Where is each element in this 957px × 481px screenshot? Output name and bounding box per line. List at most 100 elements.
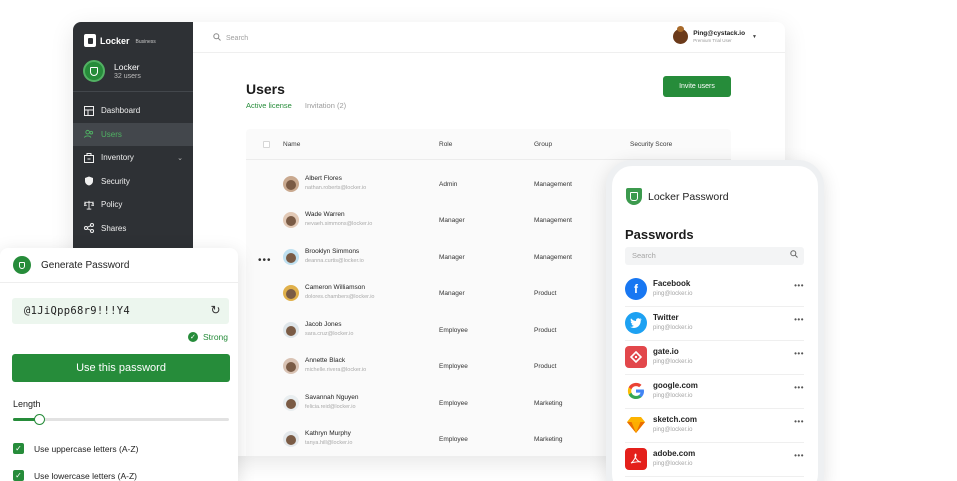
invite-users-button[interactable]: Invite users (663, 76, 731, 97)
more-icon[interactable]: ••• (794, 281, 804, 290)
sidebar-item-inventory[interactable]: Inventory ⌄ (73, 146, 193, 170)
table-header: Name Role Group Security Score (246, 129, 731, 160)
item-email: ping@locker.io (653, 325, 693, 331)
item-name: google.com (653, 381, 698, 390)
avatar (283, 358, 299, 375)
profile-menu[interactable]: Ping@cystack.io Premium Trial User ▼ (673, 26, 757, 44)
avatar (283, 285, 299, 302)
item-name: gate.io (653, 347, 679, 356)
user-role: Manager (439, 253, 465, 261)
user-group: Marketing (534, 399, 563, 407)
org-avatar-icon (83, 60, 105, 82)
tab-active-license[interactable]: Active license (246, 101, 292, 110)
chevron-down-icon[interactable]: ⌄ (177, 154, 183, 162)
select-all-checkbox[interactable] (263, 140, 270, 148)
list-item[interactable]: gate.io ping@locker.io ••• (625, 341, 804, 375)
brand-name: Locker (100, 35, 130, 46)
avatar (283, 176, 299, 193)
item-name: Twitter (653, 313, 679, 322)
use-password-button[interactable]: Use this password (12, 354, 230, 382)
list-item[interactable]: google.com ping@locker.io ••• (625, 375, 804, 409)
sidebar-divider (73, 91, 193, 92)
more-icon[interactable]: ••• (794, 349, 804, 358)
brand[interactable]: Locker Business (84, 34, 156, 47)
user-email: nevaeh.simmons@locker.io (305, 221, 373, 227)
list-item[interactable]: Twitter ping@locker.io ••• (625, 307, 804, 341)
avatar (283, 431, 299, 448)
checkbox-checked-icon[interactable]: ✓ (13, 470, 24, 481)
option-lowercase[interactable]: ✓ Use lowercase letters (A-Z) (13, 470, 137, 481)
user-role: Admin (439, 180, 458, 188)
phone-title: Passwords (625, 227, 694, 242)
sidebar-item-policy[interactable]: Policy (73, 193, 193, 217)
sidebar-nav: Dashboard Users Inventory ⌄ Security Pol… (73, 99, 193, 240)
sidebar-item-shares[interactable]: Shares (73, 217, 193, 241)
avatar (673, 26, 689, 44)
column-header-security-score[interactable]: Security Score (630, 141, 672, 148)
org-name: Locker (114, 62, 140, 72)
sidebar-item-label: Dashboard (101, 106, 141, 116)
google-icon (625, 380, 647, 402)
column-header-name[interactable]: Name (283, 141, 300, 148)
item-email: ping@locker.io (653, 461, 693, 467)
user-role: Employee (439, 399, 468, 407)
user-role: Manager (439, 216, 465, 224)
user-email: nathan.roberts@locker.io (305, 185, 367, 191)
more-icon[interactable]: ••• (794, 451, 804, 460)
avatar (283, 249, 299, 266)
user-group: Marketing (534, 435, 563, 443)
caret-down-icon: ▼ (752, 33, 757, 40)
column-header-group[interactable]: Group (534, 141, 552, 148)
checkbox-checked-icon[interactable]: ✓ (13, 443, 24, 454)
list-item[interactable]: f Facebook ping@locker.io ••• (625, 273, 804, 307)
generator-header: Generate Password (0, 248, 238, 283)
user-name: Savannah Nguyen (305, 394, 359, 401)
option-label: Use lowercase letters (A-Z) (34, 470, 137, 481)
list-item[interactable]: adobe.com ping@locker.io ••• (625, 443, 804, 477)
shield-icon (626, 188, 642, 205)
user-name: Jacob Jones (305, 321, 342, 328)
column-header-role[interactable]: Role (439, 141, 452, 148)
generated-password-field[interactable]: @1JiQpp68r9!!!Y4 ↻ (12, 298, 229, 324)
profile-email: Ping@cystack.io (693, 30, 746, 37)
sidebar-item-users[interactable]: Users (73, 122, 193, 146)
user-email: michelle.rivera@locker.io (305, 367, 367, 373)
inventory-icon (84, 152, 94, 163)
locker-logo-icon (84, 34, 96, 47)
sidebar-item-dashboard[interactable]: Dashboard (73, 99, 193, 123)
option-uppercase[interactable]: ✓ Use uppercase letters (A-Z) (13, 443, 138, 454)
list-item[interactable]: sketch.com ping@locker.io ••• (625, 409, 804, 443)
user-role: Employee (439, 435, 468, 443)
user-role: Employee (439, 326, 468, 334)
more-icon[interactable]: ••• (794, 383, 804, 392)
search-input[interactable]: Search (213, 33, 248, 43)
length-slider[interactable] (13, 414, 229, 425)
twitter-icon (625, 312, 647, 334)
item-name: sketch.com (653, 415, 698, 424)
item-email: ping@locker.io (653, 291, 693, 297)
search-icon (790, 250, 798, 260)
refresh-icon[interactable]: ↻ (209, 304, 222, 317)
org-switcher[interactable]: Locker 32 users (83, 60, 141, 82)
sidebar-item-security[interactable]: Security (73, 170, 193, 194)
tab-invitation[interactable]: Invitation (2) (305, 101, 346, 110)
user-email: sara.cruz@locker.io (305, 331, 354, 337)
strength-indicator: ✓ Strong (187, 332, 228, 342)
item-name: Facebook (653, 279, 691, 288)
slider-thumb[interactable] (33, 414, 45, 425)
user-email: tanya.hill@locker.io (305, 440, 353, 446)
avatar (283, 322, 299, 339)
item-name: adobe.com (653, 449, 696, 458)
user-name: Cameron Williamson (305, 284, 365, 291)
policy-icon (84, 200, 94, 210)
tabs: Active license Invitation (2) (246, 101, 346, 110)
facebook-icon: f (625, 278, 647, 300)
more-actions-icon[interactable]: ••• (258, 255, 272, 266)
more-icon[interactable]: ••• (794, 315, 804, 324)
user-group: Management (534, 180, 572, 188)
more-icon[interactable]: ••• (794, 417, 804, 426)
sidebar-item-label: Inventory (101, 153, 134, 163)
user-name: Kathryn Murphy (305, 430, 351, 437)
shares-icon (84, 223, 94, 234)
phone-search-input[interactable]: Search (625, 247, 804, 265)
